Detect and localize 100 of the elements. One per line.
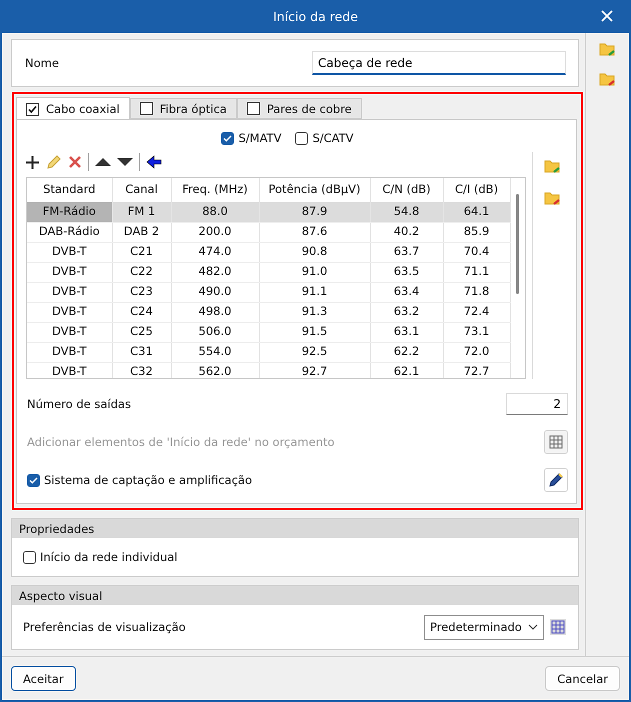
table-cell[interactable]: 498.0 <box>171 302 259 322</box>
table-cell[interactable]: 71.8 <box>443 282 510 302</box>
checkbox[interactable] <box>26 102 39 116</box>
checkbox[interactable] <box>140 102 153 115</box>
move-down-icon[interactable] <box>117 157 133 167</box>
table-cell[interactable]: 87.6 <box>259 222 370 242</box>
table-cell[interactable]: DVB-T <box>27 322 112 342</box>
grid-icon[interactable] <box>550 619 566 635</box>
table-cell[interactable]: 482.0 <box>171 262 259 282</box>
table-cell[interactable]: 40.2 <box>370 222 443 242</box>
checkbox[interactable] <box>295 132 308 144</box>
folder-arrow-icon[interactable] <box>599 71 616 87</box>
table-cell[interactable]: 63.5 <box>370 262 443 282</box>
checkbox[interactable] <box>23 550 36 564</box>
table-cell[interactable]: DVB-T <box>27 242 112 262</box>
table-cell[interactable]: 91.5 <box>259 322 370 342</box>
folder-arrow-icon[interactable] <box>544 190 561 206</box>
field-label: Nome <box>25 56 59 70</box>
table-cell[interactable]: 62.1 <box>370 362 443 378</box>
table-cell[interactable]: 91.1 <box>259 282 370 302</box>
cancel-button[interactable]: Cancelar <box>545 666 620 691</box>
column-header[interactable]: Standard <box>27 178 112 202</box>
field-label: Número de saídas <box>27 397 131 411</box>
table-cell[interactable]: DVB-T <box>27 262 112 282</box>
section-title: Aspecto visual <box>19 588 102 602</box>
table-cell[interactable]: 64.1 <box>443 202 510 222</box>
close-button[interactable] <box>599 8 615 24</box>
table-cell[interactable]: C21 <box>112 242 171 262</box>
table-cell[interactable]: 200.0 <box>171 222 259 242</box>
delete-icon[interactable] <box>68 155 82 169</box>
add-icon[interactable] <box>25 154 40 170</box>
chevron-down-icon <box>528 624 538 630</box>
budget-label: Adicionar elementos de 'Início da rede' no orçamento <box>27 435 335 449</box>
table-cell[interactable]: DAB-Rádio <box>27 222 112 242</box>
folder-arrow-icon[interactable] <box>544 158 561 174</box>
table-cell[interactable]: 506.0 <box>171 322 259 342</box>
table-cell[interactable]: C25 <box>112 322 171 342</box>
table-cell[interactable]: DVB-T <box>27 302 112 322</box>
checkbox[interactable] <box>221 132 234 144</box>
table-cell[interactable]: 90.8 <box>259 242 370 262</box>
pencil-icon <box>548 472 564 488</box>
column-header[interactable]: Potência (dBµV) <box>259 178 370 202</box>
table-cell[interactable]: FM-Rádio <box>27 202 112 222</box>
arrow-left-icon[interactable] <box>146 155 162 169</box>
name-input[interactable]: Cabeça de rede <box>312 51 566 75</box>
scrollbar-thumb[interactable] <box>516 194 520 294</box>
table-cell[interactable]: 63.7 <box>370 242 443 262</box>
table-cell[interactable]: 490.0 <box>171 282 259 302</box>
table-cell[interactable]: FM 1 <box>112 202 171 222</box>
checkbox[interactable] <box>27 474 40 486</box>
tab[interactable]: Cabo coaxial <box>16 97 130 120</box>
table-cell[interactable]: 474.0 <box>171 242 259 262</box>
table-cell[interactable]: C31 <box>112 342 171 362</box>
table-cell[interactable]: 71.1 <box>443 262 510 282</box>
table-cell[interactable]: DVB-T <box>27 282 112 302</box>
table-cell[interactable]: 562.0 <box>171 362 259 378</box>
table-cell[interactable]: C24 <box>112 302 171 322</box>
table-cell[interactable]: 62.2 <box>370 342 443 362</box>
table-cell[interactable]: 63.2 <box>370 302 443 322</box>
table-cell[interactable]: DVB-T <box>27 362 112 378</box>
table-cell[interactable]: C22 <box>112 262 171 282</box>
table-cell[interactable]: 54.8 <box>370 202 443 222</box>
column-header[interactable]: Canal <box>112 178 171 202</box>
checkbox-label: Sistema de captação e amplificação <box>44 473 252 487</box>
table-cell[interactable]: 72.4 <box>443 302 510 322</box>
edit-button[interactable] <box>544 468 568 492</box>
section-title: Propriedades <box>19 522 94 536</box>
checkbox-label: Início da rede individual <box>40 550 178 564</box>
table-cell[interactable]: C23 <box>112 282 171 302</box>
tab[interactable]: Fibra óptica <box>130 98 237 119</box>
field-label: Preferências de visualização <box>23 620 186 634</box>
table-cell[interactable]: DVB-T <box>27 342 112 362</box>
accept-button[interactable]: Aceitar <box>11 666 76 691</box>
table-cell[interactable]: 72.0 <box>443 342 510 362</box>
move-up-icon[interactable] <box>95 157 111 167</box>
table-cell[interactable]: 92.7 <box>259 362 370 378</box>
outputs-input[interactable]: 2 <box>506 393 568 415</box>
view-dropdown[interactable]: Predeterminado <box>424 614 544 640</box>
table-cell[interactable]: 73.1 <box>443 322 510 342</box>
table-cell[interactable]: 70.4 <box>443 242 510 262</box>
window-title: Início da rede <box>273 9 358 24</box>
table-cell[interactable]: C32 <box>112 362 171 378</box>
column-header[interactable]: Freq. (MHz) <box>171 178 259 202</box>
checkbox-label: S/MATV <box>238 131 282 145</box>
table-cell[interactable]: 92.5 <box>259 342 370 362</box>
table-cell[interactable]: 72.7 <box>443 362 510 378</box>
table-cell[interactable]: 554.0 <box>171 342 259 362</box>
table-cell[interactable]: 91.0 <box>259 262 370 282</box>
table-cell[interactable]: DAB 2 <box>112 222 171 242</box>
table-cell[interactable]: 91.3 <box>259 302 370 322</box>
column-header[interactable]: C/N (dB) <box>370 178 443 202</box>
folder-arrow-icon[interactable] <box>599 41 616 57</box>
table-cell[interactable]: 63.1 <box>370 322 443 342</box>
table-cell[interactable]: 87.9 <box>259 202 370 222</box>
checkbox[interactable] <box>246 102 260 115</box>
table-cell[interactable]: 88.0 <box>171 202 259 222</box>
column-header[interactable]: C/I (dB) <box>443 178 510 202</box>
table-cell[interactable]: 63.4 <box>370 282 443 302</box>
tab[interactable]: Pares de cobre <box>236 98 362 119</box>
table-cell[interactable]: 85.9 <box>443 222 510 242</box>
